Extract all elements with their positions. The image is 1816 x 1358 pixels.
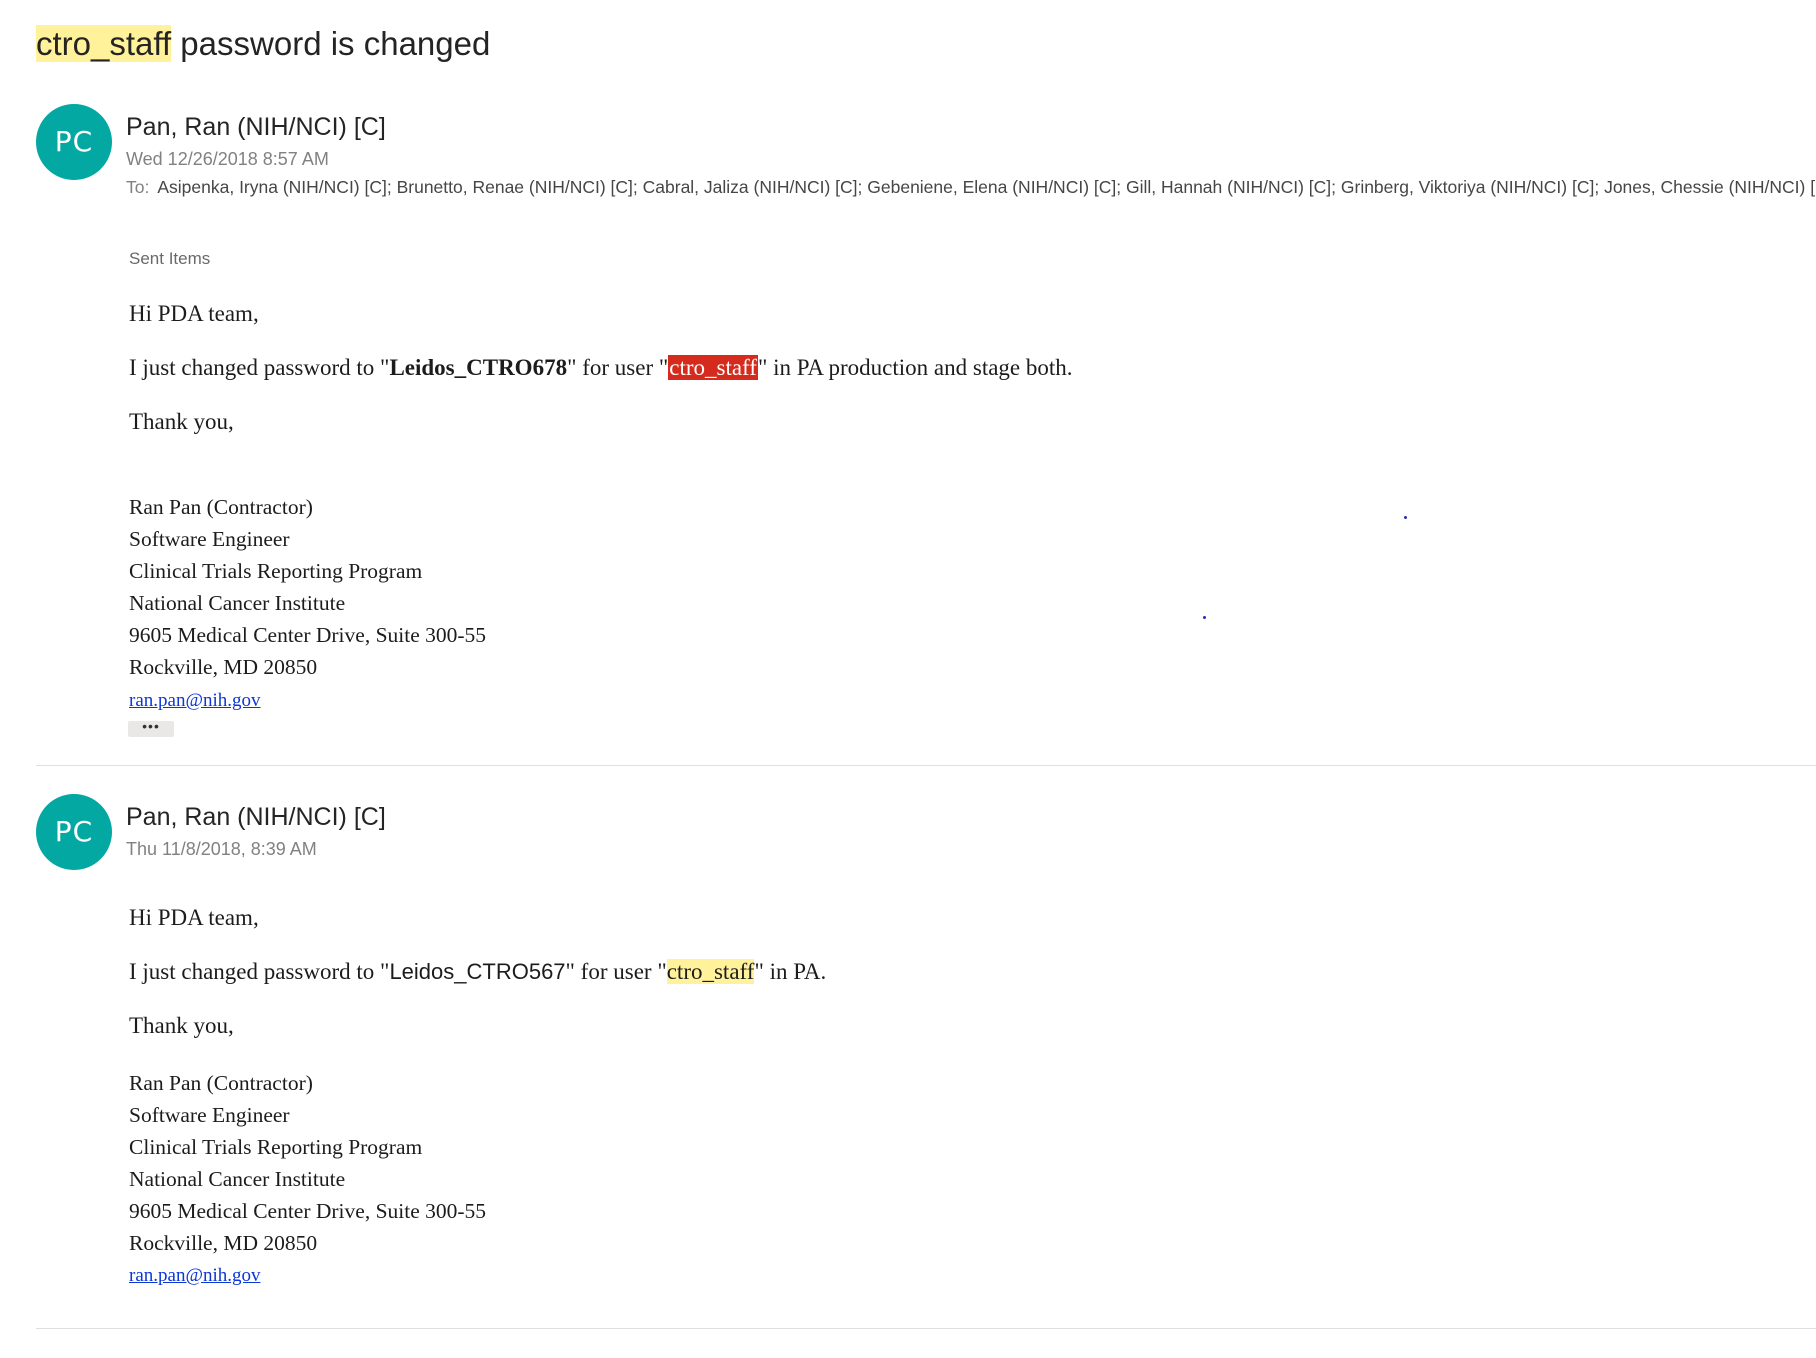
- greeting: Hi PDA team,: [129, 905, 259, 930]
- recipients-list[interactable]: Asipenka, Iryna (NIH/NCI) [C]; Brunetto,…: [157, 177, 1815, 197]
- avatar[interactable]: PC: [36, 104, 112, 180]
- signature-email-link[interactable]: ran.pan@nih.gov: [129, 689, 260, 713]
- signature-city: Rockville, MD 20850: [129, 1231, 318, 1255]
- signature-title: Software Engineer: [129, 1103, 290, 1127]
- signature-institute: National Cancer Institute: [129, 1167, 346, 1191]
- message-divider: [36, 765, 1816, 766]
- signature-city: Rockville, MD 20850: [129, 655, 318, 679]
- folder-label[interactable]: Sent Items: [129, 248, 210, 270]
- password-value: Leidos_CTRO678: [389, 355, 568, 380]
- body-pre: I just changed password to ": [129, 959, 390, 984]
- body-line: I just changed password to "Leidos_CTRO5…: [129, 958, 826, 986]
- email-subject: ctro_staff password is changed: [36, 22, 490, 66]
- message-date: Wed 12/26/2018 8:57 AM: [126, 149, 329, 169]
- body-line: I just changed password to "Leidos_CTRO6…: [129, 354, 1073, 382]
- message-date: Thu 11/8/2018, 8:39 AM: [126, 839, 317, 859]
- signature-title: Software Engineer: [129, 527, 290, 551]
- closing: Thank you,: [129, 409, 234, 434]
- recipients-line[interactable]: To: Asipenka, Iryna (NIH/NCI) [C]; Brunet…: [126, 176, 1816, 198]
- body-mid: " for user ": [567, 355, 669, 380]
- avatar[interactable]: PC: [36, 794, 112, 870]
- signature-institute: National Cancer Institute: [129, 591, 346, 615]
- signature-address: 9605 Medical Center Drive, Suite 300-55: [129, 623, 487, 647]
- stray-dot: [1404, 516, 1407, 519]
- greeting: Hi PDA team,: [129, 301, 259, 326]
- signature-program: Clinical Trials Reporting Program: [129, 1135, 423, 1159]
- sender-name[interactable]: Pan, Ran (NIH/NCI) [C]: [126, 802, 386, 832]
- subject-search-highlight: ctro_staff: [36, 25, 172, 62]
- signature-email-link[interactable]: ran.pan@nih.gov: [129, 1264, 260, 1288]
- signature-program: Clinical Trials Reporting Program: [129, 559, 423, 583]
- user-highlight: ctro_staff: [668, 355, 758, 380]
- body-post: " in PA production and stage both.: [757, 355, 1073, 380]
- to-label: To:: [126, 177, 150, 197]
- sender-name[interactable]: Pan, Ran (NIH/NCI) [C]: [126, 112, 386, 142]
- signature-address: 9605 Medical Center Drive, Suite 300-55: [129, 1199, 487, 1223]
- signature-name: Ran Pan (Contractor): [129, 495, 313, 519]
- message-divider: [36, 1328, 1816, 1329]
- body-post: " in PA.: [754, 959, 827, 984]
- body-mid: " for user ": [565, 959, 667, 984]
- subject-text: password is changed: [171, 25, 491, 62]
- closing: Thank you,: [129, 1013, 234, 1038]
- show-more-button[interactable]: •••: [128, 719, 174, 737]
- password-value: Leidos_CTRO567: [389, 959, 566, 984]
- signature-name: Ran Pan (Contractor): [129, 1071, 313, 1095]
- user-highlight: ctro_staff: [666, 959, 755, 984]
- stray-dot: [1203, 616, 1206, 619]
- body-pre: I just changed password to ": [129, 355, 390, 380]
